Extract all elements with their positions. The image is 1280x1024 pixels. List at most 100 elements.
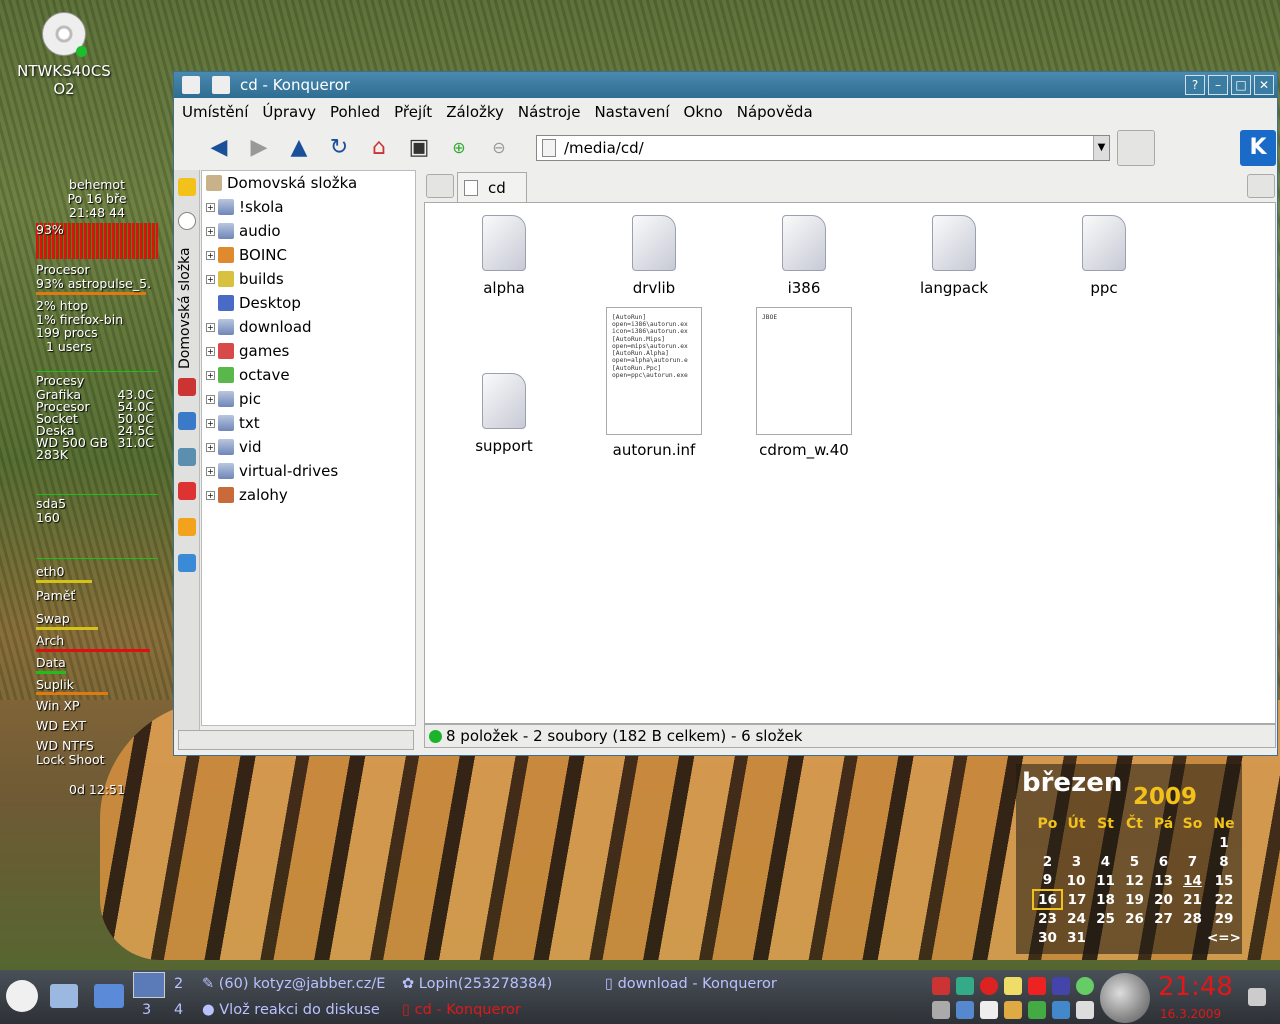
pager-desk-1[interactable] — [133, 972, 165, 998]
file-item[interactable]: alpha — [439, 215, 569, 297]
desktop-icon[interactable] — [178, 554, 196, 572]
help-button[interactable]: ? — [1185, 75, 1205, 95]
tray-9-icon[interactable] — [1052, 977, 1070, 995]
keyboard-layout-icon[interactable] — [932, 977, 950, 995]
file-item[interactable]: support — [439, 373, 569, 455]
menu-napoveda[interactable]: Nápověda — [737, 103, 813, 121]
mail-icon[interactable] — [1028, 977, 1046, 995]
reload-icon[interactable]: ↻ — [324, 133, 354, 163]
folder-icon — [218, 415, 234, 431]
task-firefox[interactable]: ● Vlož reakci do diskuse — [202, 1002, 380, 1018]
tree-item[interactable]: + audio — [202, 219, 415, 243]
tray-d-icon[interactable] — [1028, 1001, 1046, 1019]
file-item[interactable]: ppc — [1039, 215, 1169, 297]
history-icon[interactable] — [178, 212, 196, 230]
calendar-year: 2009 — [1133, 784, 1198, 810]
mem: Paměť — [36, 587, 76, 603]
menu-pohled[interactable]: Pohled — [330, 103, 380, 121]
task-download[interactable]: ▯ download - Konqueror — [605, 976, 777, 992]
kde-menu-icon[interactable] — [6, 980, 38, 1012]
tree-item[interactable]: + games — [202, 339, 415, 363]
star-icon[interactable] — [178, 518, 196, 536]
tree-item[interactable]: + !skola — [202, 195, 415, 219]
tree-item[interactable]: Desktop — [202, 291, 415, 315]
sticky-icon[interactable] — [212, 76, 230, 94]
sidebar-tab-home[interactable]: Domovská složka — [177, 242, 193, 374]
up-icon[interactable]: ▲ — [284, 133, 314, 163]
window-menu-icon[interactable] — [182, 76, 200, 94]
forward-icon[interactable]: ▶ — [244, 133, 274, 163]
task-jabber[interactable]: ✎ (60) kotyz@jabber.cz/E — [202, 976, 385, 992]
tray-app-icon[interactable] — [956, 977, 974, 995]
clipboard-icon[interactable] — [980, 1001, 998, 1019]
home-icon[interactable]: ⌂ — [364, 133, 394, 163]
menu-nastaveni[interactable]: Nastavení — [594, 103, 669, 121]
icon-view-button[interactable] — [1117, 130, 1155, 166]
minimize-button[interactable]: – — [1208, 75, 1228, 95]
tree-item[interactable]: + octave — [202, 363, 415, 387]
tree-item[interactable]: + virtual-drives — [202, 459, 415, 483]
tree-item[interactable]: + builds — [202, 267, 415, 291]
tab-cd[interactable]: cd — [457, 172, 527, 202]
terminal-icon[interactable]: ▣ — [404, 133, 434, 163]
trash-icon[interactable] — [1248, 988, 1266, 1006]
network-icon[interactable] — [956, 1001, 974, 1019]
calendar-nav[interactable]: <=> — [1207, 928, 1241, 947]
chevron-down-icon[interactable]: ▼ — [1093, 136, 1109, 160]
close-tab-button[interactable] — [1247, 174, 1275, 198]
preview-view-button[interactable] — [1198, 130, 1236, 166]
titlebar[interactable]: cd - Konqueror ? – □ ✕ — [174, 72, 1277, 98]
bar — [36, 692, 108, 696]
tree-item[interactable]: + pic — [202, 387, 415, 411]
location-input[interactable]: /media/cd/ — [564, 139, 644, 157]
services-icon[interactable] — [178, 482, 196, 500]
menu-okno[interactable]: Okno — [684, 103, 723, 121]
clock[interactable]: 21:48 — [1158, 972, 1233, 1002]
menu-zalozky[interactable]: Záložky — [446, 103, 504, 121]
file-item[interactable]: langpack — [889, 215, 1019, 297]
menu-nastroje[interactable]: Nástroje — [518, 103, 581, 121]
procs: 199 procs — [36, 325, 98, 341]
desktop-icon-cd[interactable]: NTWKS40CS O2 — [14, 12, 114, 98]
tree-item[interactable]: + BOINC — [202, 243, 415, 267]
menu-upravy[interactable]: Úpravy — [262, 103, 316, 121]
file-item[interactable]: i386 — [739, 215, 869, 297]
volume-icon[interactable] — [932, 1001, 950, 1019]
file-item[interactable]: JBOE cdrom_w.40 — [739, 307, 869, 459]
network-icon[interactable] — [178, 448, 196, 466]
close-tab-icon[interactable]: ⊖ — [484, 133, 514, 163]
notes-icon[interactable] — [1004, 977, 1022, 995]
konqueror-launcher-icon[interactable] — [50, 984, 78, 1008]
pager-desk-3[interactable]: 3 — [142, 1002, 151, 1018]
tree-item[interactable]: + txt — [202, 411, 415, 435]
task-cd-konqueror[interactable]: ▯ cd - Konqueror — [402, 1002, 521, 1018]
bookmark-star-icon[interactable] — [178, 178, 196, 196]
new-tab-icon[interactable]: ⊕ — [444, 133, 474, 163]
tree-item[interactable]: + vid — [202, 435, 415, 459]
pager-desk-2[interactable]: 2 — [174, 976, 183, 992]
file-item[interactable]: [AutoRun] open=i386\autorun.ex icon=i386… — [589, 307, 719, 459]
location-bar[interactable]: /media/cd/ ▼ — [536, 135, 1110, 161]
home-icon[interactable] — [178, 378, 196, 396]
new-tab-button[interactable] — [426, 174, 454, 198]
tree-item[interactable]: + download — [202, 315, 415, 339]
detail-view-button[interactable] — [1158, 130, 1196, 166]
power-icon[interactable] — [980, 977, 998, 995]
show-desktop-icon[interactable] — [94, 984, 124, 1008]
pager-desk-4[interactable]: 4 — [174, 1002, 183, 1018]
task-lopin[interactable]: ✿ Lopin(253278384) — [402, 976, 552, 992]
basket-icon[interactable] — [1004, 1001, 1022, 1019]
folder-icon — [218, 319, 234, 335]
tray-k-icon[interactable] — [1052, 1001, 1070, 1019]
tree-item[interactable]: + zalohy — [202, 483, 415, 507]
menu-umisteni[interactable]: Umístění — [182, 103, 248, 121]
tray-mail-icon[interactable] — [1076, 1001, 1094, 1019]
close-button[interactable]: ✕ — [1254, 75, 1274, 95]
tree-root[interactable]: Domovská složka — [202, 171, 415, 195]
file-item[interactable]: drvlib — [589, 215, 719, 297]
media-icon[interactable] — [178, 412, 196, 430]
maximize-button[interactable]: □ — [1231, 75, 1251, 95]
back-icon[interactable]: ◀ — [204, 133, 234, 163]
menu-prejit[interactable]: Přejít — [394, 103, 432, 121]
tray-gear-icon[interactable] — [1076, 977, 1094, 995]
